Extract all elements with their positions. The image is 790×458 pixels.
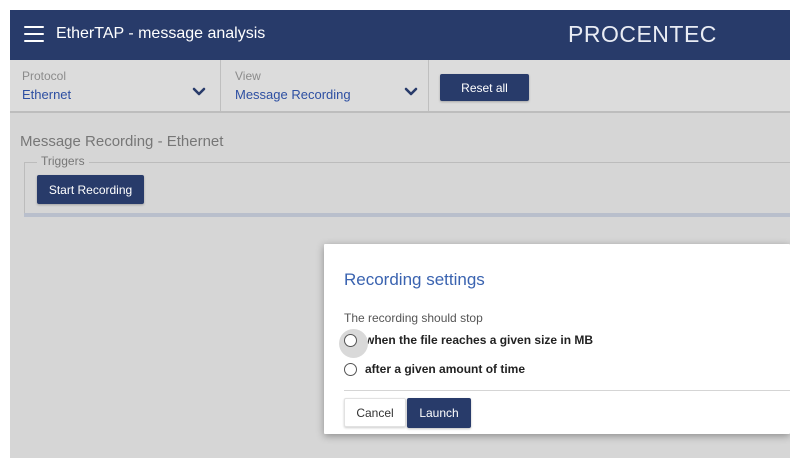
protocol-label: Protocol bbox=[22, 69, 67, 83]
recording-settings-dialog: Recording settings The recording should … bbox=[324, 244, 790, 434]
reset-all-button[interactable]: Reset all bbox=[440, 74, 529, 101]
cancel-button[interactable]: Cancel bbox=[344, 398, 406, 427]
hamburger-menu-icon[interactable] bbox=[24, 26, 44, 43]
dialog-description: The recording should stop bbox=[344, 311, 483, 325]
radio-option-time[interactable]: after a given amount of time bbox=[344, 359, 525, 379]
radio-option-label: after a given amount of time bbox=[365, 362, 526, 376]
toolbar-divider bbox=[220, 60, 221, 111]
triggers-legend: Triggers bbox=[37, 154, 89, 168]
view-value: Message Recording bbox=[235, 87, 351, 102]
radio-option-label: when the file reaches a given size in MB bbox=[365, 333, 594, 347]
triggers-group: Triggers Start Recording bbox=[24, 154, 790, 213]
page-title: Message Recording - Ethernet bbox=[20, 133, 224, 150]
chevron-down-icon bbox=[192, 87, 206, 96]
app-title: EtherTAP - message analysis bbox=[56, 25, 266, 42]
protocol-select[interactable]: Protocol Ethernet bbox=[22, 60, 218, 111]
app-window: EtherTAP - message analysis PROCENTEC Pr… bbox=[10, 10, 790, 458]
protocol-value: Ethernet bbox=[22, 87, 72, 102]
toolbar: Protocol Ethernet View Message Recording… bbox=[10, 60, 790, 113]
launch-button[interactable]: Launch bbox=[407, 398, 471, 428]
dialog-title: Recording settings bbox=[344, 270, 485, 289]
view-label: View bbox=[235, 69, 261, 83]
radio-option-file-size[interactable]: when the file reaches a given size in MB bbox=[339, 328, 594, 358]
dialog-divider bbox=[344, 390, 790, 391]
app-bar: EtherTAP - message analysis PROCENTEC bbox=[10, 10, 790, 60]
start-recording-button[interactable]: Start Recording bbox=[37, 175, 144, 204]
brand-logo: PROCENTEC bbox=[568, 21, 717, 47]
panel-bottom-bar bbox=[24, 213, 790, 217]
radio-button[interactable] bbox=[344, 362, 357, 376]
toolbar-divider bbox=[428, 60, 429, 111]
chevron-down-icon bbox=[404, 87, 418, 96]
radio-button[interactable] bbox=[344, 333, 357, 347]
view-select[interactable]: View Message Recording bbox=[235, 60, 425, 111]
